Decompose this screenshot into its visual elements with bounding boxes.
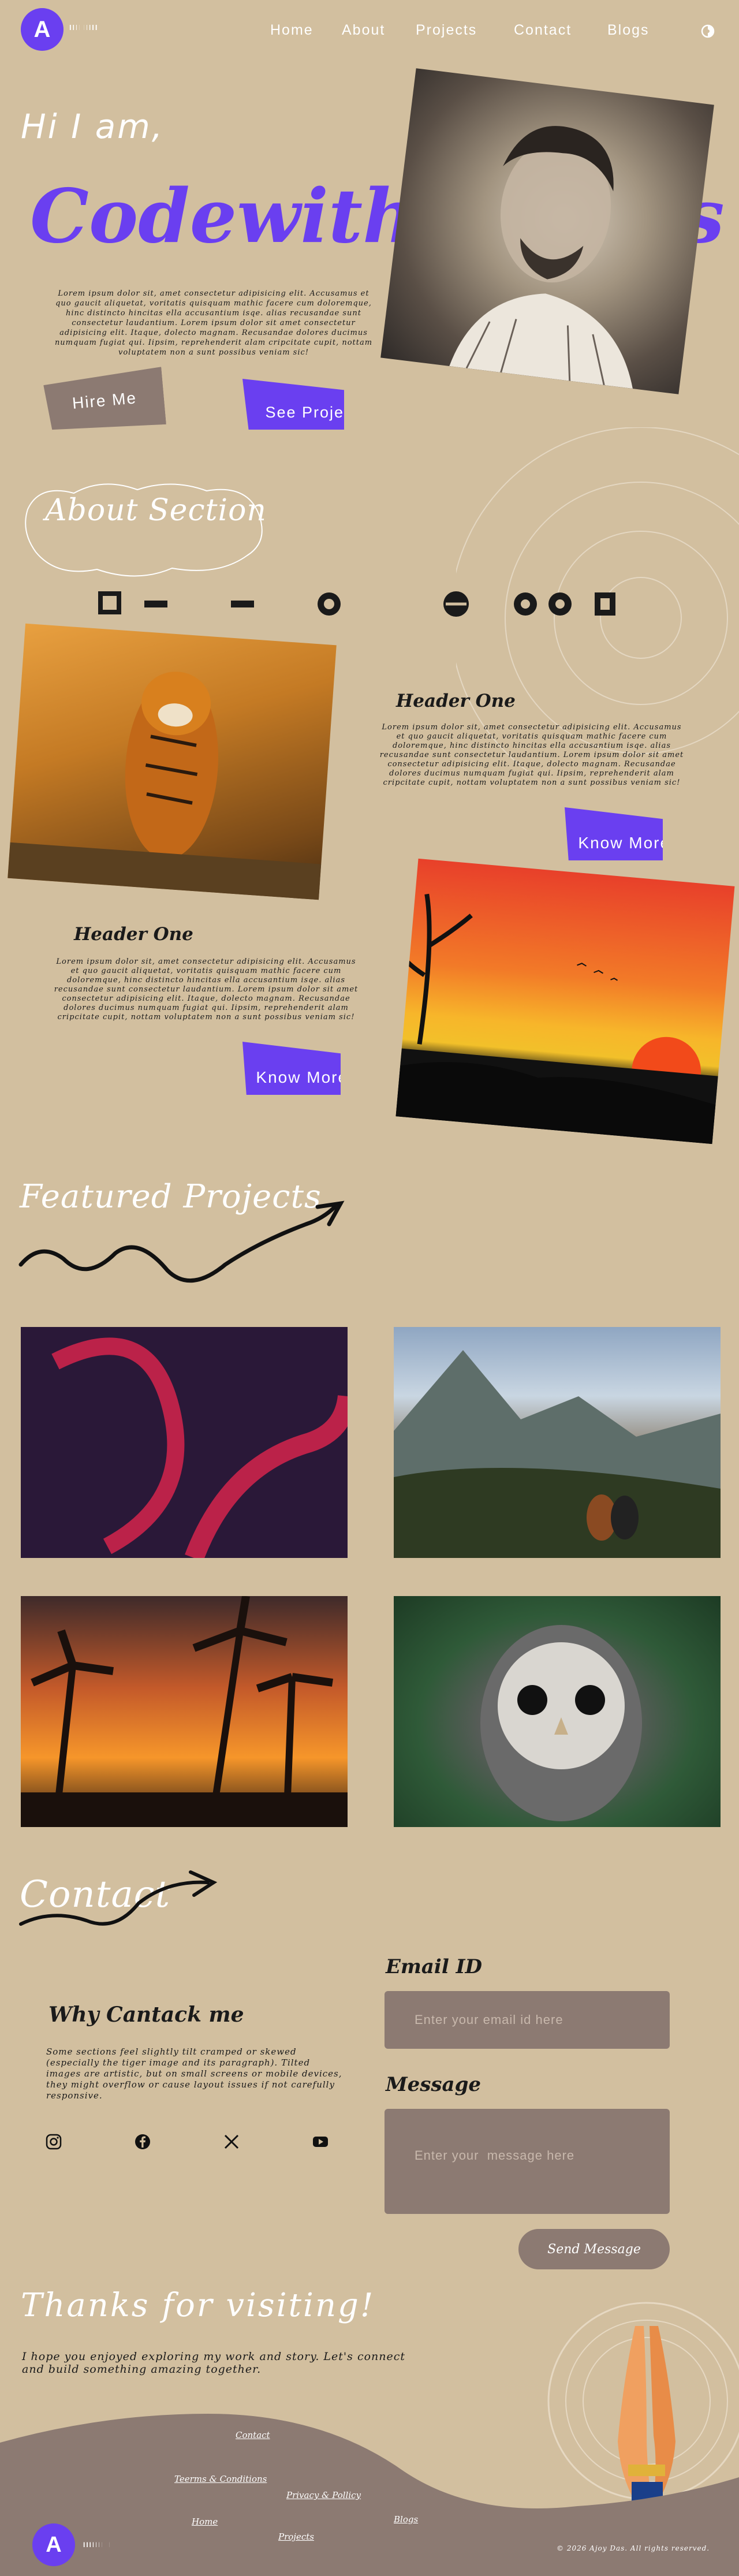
decorative-squiggle <box>17 1184 346 1288</box>
theme-toggle-icon[interactable] <box>700 23 716 39</box>
footer-link-contact[interactable]: Contact <box>236 2430 270 2440</box>
project-card-2[interactable] <box>394 1327 721 1558</box>
footer-link-blogs[interactable]: Blogs <box>394 2514 418 2525</box>
see-projects-label: See Projects <box>265 404 368 421</box>
about-card-2-body: Lorem ipsum dolor sit, amet consectetur … <box>54 957 359 1022</box>
email-field[interactable] <box>385 1991 670 2049</box>
tiger-image <box>8 623 337 900</box>
project-card-4[interactable] <box>394 1596 721 1827</box>
youtube-icon[interactable] <box>312 2133 329 2150</box>
footer-link-projects[interactable]: Projects <box>278 2532 314 2542</box>
about-card-2-title: Header One <box>74 924 193 945</box>
footer-link-privacy[interactable]: Privacy & Pollicy <box>286 2490 361 2500</box>
x-icon[interactable] <box>223 2133 240 2150</box>
nav-link-projects[interactable]: Projects <box>416 22 477 39</box>
hero-portrait <box>380 68 714 394</box>
decorative-arrow <box>17 1869 225 1944</box>
hero-greeting: Hi I am, <box>21 107 165 146</box>
know-more-button-2[interactable]: Know More.. <box>242 1042 341 1095</box>
footer-logo-badge[interactable]: A <box>32 2523 75 2566</box>
nav-link-blogs[interactable]: Blogs <box>607 22 650 39</box>
see-projects-button[interactable]: See Projects <box>242 379 344 430</box>
footer-link-home[interactable]: Home <box>192 2517 218 2527</box>
project-card-3[interactable] <box>21 1596 348 1827</box>
thanks-title: Thanks for visiting! <box>21 2287 375 2324</box>
why-contact-title: Why Cantack me <box>48 2003 244 2027</box>
about-title: About Section <box>45 493 267 528</box>
logo-text: IIIIIIIII <box>69 23 99 32</box>
message-label: Message <box>386 2073 481 2096</box>
nav-link-about[interactable]: About <box>342 22 385 39</box>
hire-me-button[interactable]: Hire Me <box>43 367 166 435</box>
send-message-button[interactable]: Send Message <box>518 2229 670 2269</box>
nav-link-home[interactable]: Home <box>270 22 313 39</box>
about-card-1-body: Lorem ipsum dolor sit, amet consectetur … <box>379 723 684 787</box>
facebook-icon[interactable] <box>134 2133 151 2150</box>
footer-logo-text: IIIIIIIII <box>83 2541 111 2549</box>
know-more-button-1[interactable]: Know More.. <box>565 807 663 860</box>
footer-link-terms[interactable]: Teerms & Conditions <box>174 2474 267 2484</box>
sunset-image <box>395 858 735 1145</box>
instagram-icon[interactable] <box>45 2133 62 2150</box>
hero-description: Lorem ipsum dolor sit, amet consectetur … <box>54 289 373 357</box>
decorative-glyph-row <box>87 583 629 624</box>
nav-link-contact[interactable]: Contact <box>514 22 572 39</box>
email-label: Email ID <box>386 1955 482 1978</box>
why-contact-body: Some sections feel slightly tilt cramped… <box>46 2046 342 2101</box>
about-card-1-title: Header One <box>396 691 516 711</box>
know-more-label-2: Know More.. <box>256 1068 360 1086</box>
message-field[interactable] <box>385 2109 670 2214</box>
project-card-1[interactable] <box>21 1327 348 1558</box>
know-more-label-1: Know More.. <box>578 834 682 852</box>
copyright: © 2026 Ajoy Das. All rights reserved. <box>557 2544 710 2552</box>
about-title-badge: About Section <box>21 474 269 583</box>
logo-badge[interactable]: A <box>21 8 64 51</box>
hire-me-label: Hire Me <box>71 389 138 412</box>
thanks-body: I hope you enjoyed exploring my work and… <box>22 2350 406 2376</box>
send-message-label: Send Message <box>547 2242 641 2257</box>
